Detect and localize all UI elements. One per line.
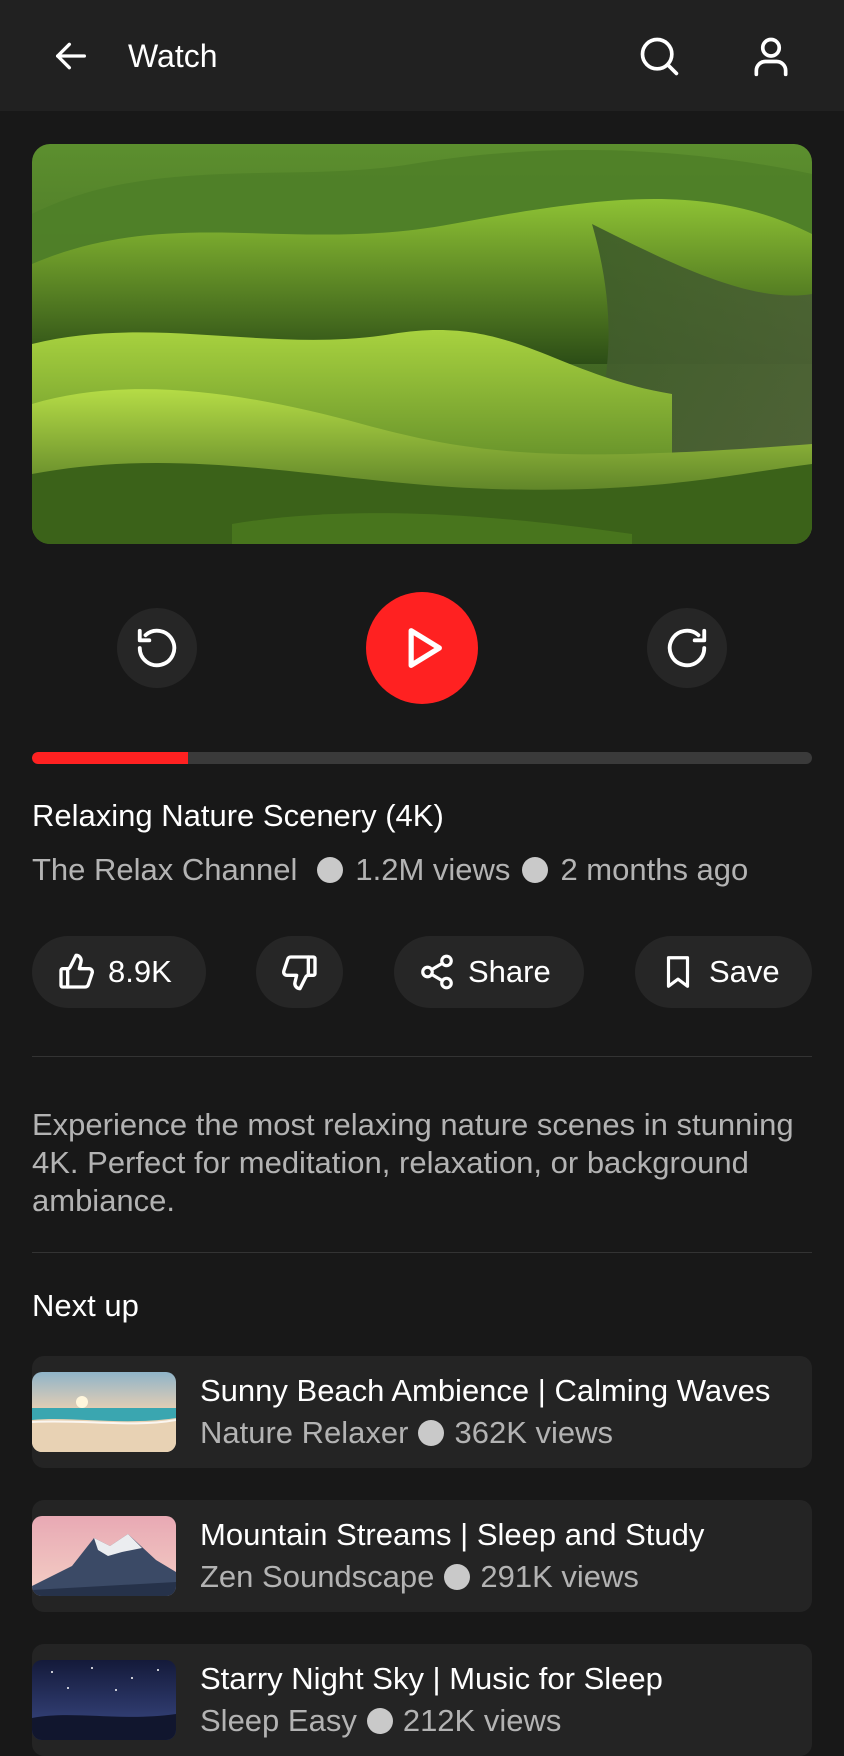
item-title: Sunny Beach Ambience | Calming Waves xyxy=(200,1373,771,1408)
next-up-item[interactable]: Sunny Beach Ambience | Calming Waves Nat… xyxy=(32,1356,812,1468)
play-icon xyxy=(408,628,442,668)
bookmark-icon xyxy=(666,956,690,988)
progress-fill xyxy=(32,752,188,764)
item-views: 362K views xyxy=(454,1415,614,1450)
video-description: Experience the most relaxing nature scen… xyxy=(32,1107,794,1218)
progress-bar[interactable] xyxy=(32,752,812,764)
like-count: 8.9K xyxy=(108,954,172,989)
video-thumbnail xyxy=(32,1372,176,1452)
separator-dot xyxy=(317,857,344,883)
separator-dot xyxy=(418,1420,445,1446)
video-player[interactable] xyxy=(32,144,812,544)
rewind-button[interactable] xyxy=(117,608,197,688)
next-up-item[interactable]: Mountain Streams | Sleep and Study Zen S… xyxy=(32,1500,812,1612)
search-button[interactable] xyxy=(629,26,689,86)
item-channel: Zen Soundscape xyxy=(200,1559,435,1594)
item-channel: Nature Relaxer xyxy=(200,1415,409,1450)
next-up-item[interactable]: Starry Night Sky | Music for Sleep Sleep… xyxy=(32,1644,812,1756)
user-icon xyxy=(754,37,788,77)
save-label: Save xyxy=(709,954,780,989)
channel-name[interactable]: The Relax Channel xyxy=(32,850,297,890)
video-title: Relaxing Nature Scenery (4K) xyxy=(32,798,444,833)
separator-dot xyxy=(444,1564,471,1590)
divider xyxy=(32,1252,812,1253)
back-button[interactable] xyxy=(41,26,101,86)
video-meta: The Relax Channel 1.2M views 2 months ag… xyxy=(32,850,748,890)
like-button[interactable]: 8.9K xyxy=(32,936,206,1008)
next-up-heading: Next up xyxy=(32,1288,139,1323)
separator-dot xyxy=(366,1708,393,1734)
item-title: Mountain Streams | Sleep and Study xyxy=(200,1517,705,1552)
separator-dot xyxy=(522,857,549,883)
item-channel: Sleep Easy xyxy=(200,1703,357,1738)
upload-age: 2 months ago xyxy=(560,852,749,887)
video-thumbnail xyxy=(32,1516,176,1596)
item-views: 291K views xyxy=(480,1559,639,1594)
rewind-icon xyxy=(137,628,177,668)
item-meta: Nature Relaxer 362K views xyxy=(200,1414,613,1452)
dislike-button[interactable] xyxy=(256,936,343,1008)
profile-button[interactable] xyxy=(741,26,801,86)
share-label: Share xyxy=(468,954,551,989)
video-frame-image xyxy=(32,144,812,544)
top-app-bar: Watch xyxy=(0,0,844,111)
arrow-left-icon xyxy=(56,42,87,70)
thumbs-up-icon xyxy=(59,953,94,989)
thumbs-down-icon xyxy=(281,955,317,991)
divider xyxy=(32,1056,812,1057)
video-thumbnail xyxy=(32,1660,176,1740)
item-views: 212K views xyxy=(402,1703,562,1738)
search-icon xyxy=(640,37,679,76)
share-button[interactable]: Share xyxy=(394,936,584,1008)
play-button[interactable] xyxy=(366,592,478,704)
forward-button[interactable] xyxy=(647,608,727,688)
item-meta: Sleep Easy 212K views xyxy=(200,1702,561,1740)
item-meta: Zen Soundscape 291K views xyxy=(200,1558,639,1596)
forward-icon xyxy=(667,628,707,668)
save-button[interactable]: Save xyxy=(635,936,812,1008)
page-title: Watch xyxy=(128,38,218,74)
view-count: 1.2M views xyxy=(355,852,511,887)
item-title: Starry Night Sky | Music for Sleep xyxy=(200,1661,663,1696)
share-icon xyxy=(421,954,453,990)
